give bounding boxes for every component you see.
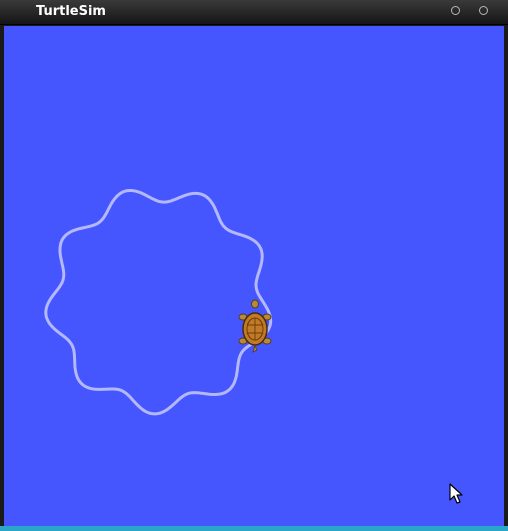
title-bar[interactable]: TurtleSim xyxy=(0,0,508,25)
simulation-canvas[interactable] xyxy=(4,26,504,526)
mouse-pointer-icon xyxy=(449,483,463,504)
canvas-drawing xyxy=(44,189,463,504)
window-bottom-border xyxy=(0,526,508,531)
minimize-button[interactable] xyxy=(451,6,460,15)
turtle-trail xyxy=(44,189,273,416)
window-title: TurtleSim xyxy=(36,4,106,19)
close-button[interactable] xyxy=(479,6,488,15)
turtlesim-window: TurtleSim xyxy=(0,0,508,531)
